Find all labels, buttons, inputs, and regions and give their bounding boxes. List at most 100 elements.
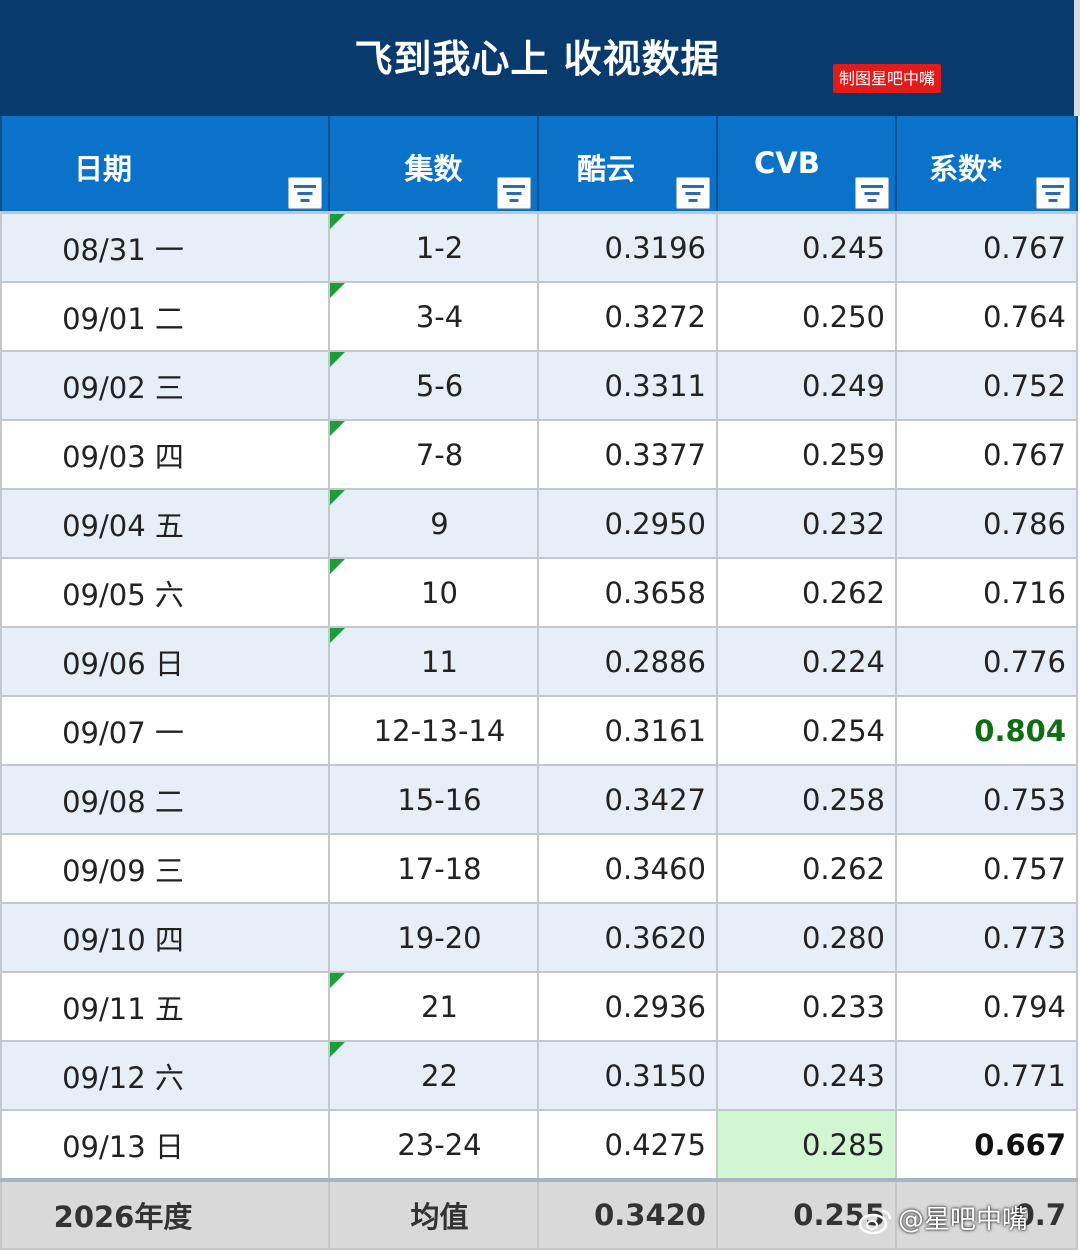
- table-row: 09/12 六 22 0.3150 0.243 0.771: [0, 1040, 1078, 1111]
- episode-cell[interactable]: 23-24: [328, 1109, 539, 1181]
- cvb-cell[interactable]: 0.249: [716, 350, 897, 421]
- date-cell[interactable]: 09/02 三: [0, 350, 330, 421]
- cvb-cell[interactable]: 0.258: [716, 764, 897, 835]
- coefficient-cell[interactable]: 0.767: [895, 211, 1078, 283]
- episode-cell[interactable]: 11: [328, 626, 539, 697]
- header-label: 日期: [74, 152, 133, 186]
- date-cell[interactable]: 09/03 四: [0, 419, 330, 490]
- kuyun-cell[interactable]: 0.3161: [537, 695, 718, 766]
- cvb-cell[interactable]: 0.262: [716, 833, 897, 904]
- cvb-cell[interactable]: 0.243: [716, 1040, 897, 1111]
- table-row: 08/31 一 1-2 0.3196 0.245 0.767: [0, 211, 1078, 283]
- cvb-cell[interactable]: 0.232: [716, 488, 897, 559]
- footer-date[interactable]: 2026年度: [0, 1178, 330, 1250]
- cvb-cell[interactable]: 0.280: [716, 902, 897, 973]
- table-row: 09/03 四 7-8 0.3377 0.259 0.767: [0, 419, 1078, 490]
- kuyun-cell[interactable]: 0.2950: [537, 488, 718, 559]
- coefficient-cell[interactable]: 0.716: [895, 557, 1078, 628]
- comment-flag-icon: [330, 973, 345, 988]
- footer-kuyun[interactable]: 0.3420: [537, 1178, 718, 1250]
- coefficient-cell[interactable]: 0.786: [895, 488, 1078, 559]
- table-row: 09/06 日 11 0.2886 0.224 0.776: [0, 626, 1078, 697]
- episode-cell[interactable]: 9: [328, 488, 539, 559]
- date-cell[interactable]: 09/13 日: [0, 1109, 330, 1181]
- header-row: 日期 集数 酷云 CVB 系数*: [0, 116, 1078, 214]
- date-cell[interactable]: 09/05 六: [0, 557, 330, 628]
- cvb-cell[interactable]: 0.254: [716, 695, 897, 766]
- episode-cell[interactable]: 1-2: [328, 211, 539, 283]
- cvb-cell[interactable]: 0.259: [716, 419, 897, 490]
- kuyun-cell[interactable]: 0.3377: [537, 419, 718, 490]
- table-row: 09/02 三 5-6 0.3311 0.249 0.752: [0, 350, 1078, 421]
- coefficient-cell[interactable]: 0.767: [895, 419, 1078, 490]
- coefficient-cell[interactable]: 0.757: [895, 833, 1078, 904]
- table-row: 09/07 一 12-13-14 0.3161 0.254 0.804: [0, 695, 1078, 766]
- table-row: 09/09 三 17-18 0.3460 0.262 0.757: [0, 833, 1078, 904]
- date-cell[interactable]: 09/06 日: [0, 626, 330, 697]
- date-cell[interactable]: 09/09 三: [0, 833, 330, 904]
- cvb-cell[interactable]: 0.285: [716, 1109, 897, 1181]
- table-body: 08/31 一 1-2 0.3196 0.245 0.767 09/01 二 3-4 0.32…: [0, 211, 1078, 1181]
- kuyun-cell[interactable]: 0.3272: [537, 281, 718, 352]
- episode-cell[interactable]: 22: [328, 1040, 539, 1111]
- coefficient-cell[interactable]: 0.794: [895, 971, 1078, 1042]
- table-row: 09/10 四 19-20 0.3620 0.280 0.773: [0, 902, 1078, 973]
- kuyun-cell[interactable]: 0.3620: [537, 902, 718, 973]
- kuyun-cell[interactable]: 0.3150: [537, 1040, 718, 1111]
- date-cell[interactable]: 09/10 四: [0, 902, 330, 973]
- coefficient-cell[interactable]: 0.753: [895, 764, 1078, 835]
- coefficient-cell[interactable]: 0.776: [895, 626, 1078, 697]
- table-row: 09/01 二 3-4 0.3272 0.250 0.764: [0, 281, 1078, 352]
- comment-flag-icon: [330, 1042, 345, 1057]
- date-cell[interactable]: 09/12 六: [0, 1040, 330, 1111]
- table-row: 09/04 五 9 0.2950 0.232 0.786: [0, 488, 1078, 559]
- episode-cell[interactable]: 12-13-14: [328, 695, 539, 766]
- filter-icon[interactable]: [497, 177, 531, 209]
- kuyun-cell[interactable]: 0.3311: [537, 350, 718, 421]
- table-row: 09/13 日 23-24 0.4275 0.285 0.667: [0, 1109, 1078, 1181]
- cvb-cell[interactable]: 0.262: [716, 557, 897, 628]
- kuyun-cell[interactable]: 0.3658: [537, 557, 718, 628]
- episode-cell[interactable]: 10: [328, 557, 539, 628]
- date-cell[interactable]: 08/31 一: [0, 211, 330, 283]
- episode-cell[interactable]: 3-4: [328, 281, 539, 352]
- episode-cell[interactable]: 5-6: [328, 350, 539, 421]
- coefficient-cell[interactable]: 0.752: [895, 350, 1078, 421]
- footer-episode[interactable]: 均值: [328, 1178, 539, 1250]
- kuyun-cell[interactable]: 0.4275: [537, 1109, 718, 1181]
- kuyun-cell[interactable]: 0.2886: [537, 626, 718, 697]
- episode-cell[interactable]: 7-8: [328, 419, 539, 490]
- cvb-cell[interactable]: 0.245: [716, 211, 897, 283]
- comment-flag-icon: [330, 490, 345, 505]
- coefficient-cell[interactable]: 0.667: [895, 1109, 1078, 1181]
- filter-icon[interactable]: [676, 177, 710, 209]
- comment-flag-icon: [330, 352, 345, 367]
- kuyun-cell[interactable]: 0.3427: [537, 764, 718, 835]
- date-cell[interactable]: 09/08 二: [0, 764, 330, 835]
- coefficient-cell[interactable]: 0.771: [895, 1040, 1078, 1111]
- filter-icon[interactable]: [288, 177, 322, 209]
- filter-icon[interactable]: [855, 177, 889, 209]
- kuyun-cell[interactable]: 0.2936: [537, 971, 718, 1042]
- cvb-cell[interactable]: 0.250: [716, 281, 897, 352]
- comment-flag-icon: [330, 283, 345, 298]
- coefficient-cell[interactable]: 0.764: [895, 281, 1078, 352]
- filter-icon[interactable]: [1036, 177, 1070, 209]
- cvb-cell[interactable]: 0.233: [716, 971, 897, 1042]
- date-cell[interactable]: 09/04 五: [0, 488, 330, 559]
- watermark-text: @星吧中嘴: [898, 1205, 1029, 1235]
- kuyun-cell[interactable]: 0.3196: [537, 211, 718, 283]
- date-cell[interactable]: 09/01 二: [0, 281, 330, 352]
- episode-cell[interactable]: 19-20: [328, 902, 539, 973]
- kuyun-cell[interactable]: 0.3460: [537, 833, 718, 904]
- date-cell[interactable]: 09/11 五: [0, 971, 330, 1042]
- ratings-table: 日期 集数 酷云 CVB 系数* 08/31 一 1-2 0.3196 0.245 0.…: [0, 116, 1078, 1250]
- coefficient-cell[interactable]: 0.773: [895, 902, 1078, 973]
- header-kuyun: 酷云: [537, 116, 718, 214]
- cvb-cell[interactable]: 0.224: [716, 626, 897, 697]
- date-cell[interactable]: 09/07 一: [0, 695, 330, 766]
- episode-cell[interactable]: 17-18: [328, 833, 539, 904]
- episode-cell[interactable]: 21: [328, 971, 539, 1042]
- coefficient-cell[interactable]: 0.804: [895, 695, 1078, 766]
- episode-cell[interactable]: 15-16: [328, 764, 539, 835]
